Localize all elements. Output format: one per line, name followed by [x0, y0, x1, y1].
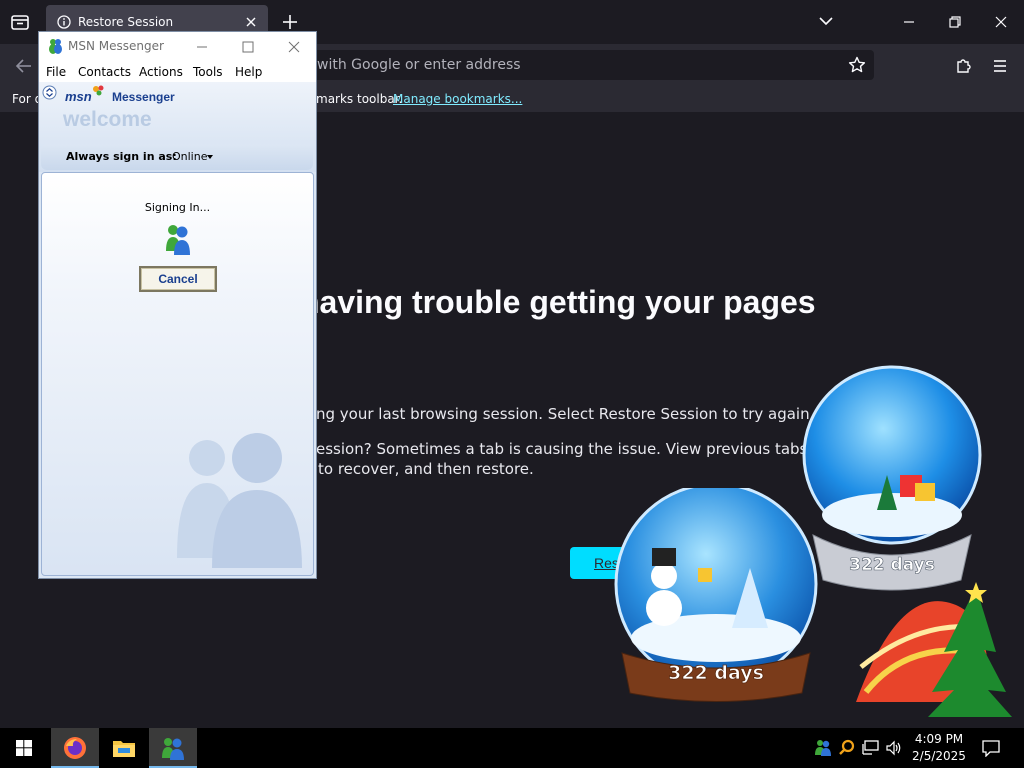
close-icon[interactable]: [287, 40, 301, 54]
close-window-icon[interactable]: [989, 10, 1013, 34]
cancel-button[interactable]: Cancel: [139, 266, 217, 292]
notifications-icon[interactable]: [982, 739, 1000, 757]
list-tabs-icon[interactable]: [8, 11, 32, 33]
buddy-watermark-icon: [177, 433, 302, 568]
msn-tray-icon[interactable]: [814, 738, 832, 756]
menu-file[interactable]: File: [46, 65, 66, 79]
maximize-icon[interactable]: [241, 40, 255, 54]
msn-taskbar-icon: [162, 738, 184, 760]
days-label-right: 322 days: [849, 555, 935, 575]
clock-date: 2/5/2025: [912, 749, 966, 763]
menu-tools[interactable]: Tools: [193, 65, 223, 79]
buddy-icon: [166, 225, 190, 255]
star-icon[interactable]: [848, 56, 866, 74]
volume-icon[interactable]: [885, 739, 903, 757]
menu-contacts[interactable]: Contacts: [78, 65, 131, 79]
extensions-icon[interactable]: [954, 55, 974, 75]
msn-butterfly-icon: [49, 39, 62, 54]
msn-logo-icon: [93, 85, 104, 96]
taskbar-firefox[interactable]: [51, 728, 99, 768]
collapse-icon[interactable]: [42, 85, 57, 100]
minimize-icon[interactable]: [195, 40, 209, 54]
welcome-text: welcome: [63, 108, 152, 131]
signing-in-text: Signing In...: [144, 201, 211, 214]
days-label-left: 322 days: [668, 662, 764, 684]
chevron-down-icon[interactable]: [818, 13, 834, 29]
windows-start-icon: [16, 740, 32, 756]
manage-bookmarks-link[interactable]: Manage bookmarks...: [393, 92, 522, 106]
status-label: Always sign in as:: [66, 150, 177, 163]
file-explorer-icon: [113, 741, 135, 757]
firefox-icon: [64, 737, 86, 759]
info-icon: [57, 15, 71, 29]
menu-icon[interactable]: [990, 56, 1010, 76]
address-bar[interactable]: with Google or enter address: [300, 50, 874, 80]
back-icon[interactable]: [14, 56, 34, 76]
tab-title: Restore Session: [78, 15, 174, 29]
taskbar: 4:09 PM 2/5/2025: [0, 728, 1024, 768]
msn-logo-text: msn: [65, 89, 92, 104]
christmas-tree-decoration: [856, 582, 1012, 717]
maximize-icon[interactable]: [943, 10, 967, 34]
snow-globe-right: 322 days: [802, 365, 982, 591]
start-button[interactable]: [0, 728, 48, 768]
page-title: having trouble getting your pages: [300, 284, 816, 320]
advice-line-1: ession? Sometimes a tab is causing the i…: [316, 440, 874, 458]
clock-time: 4:09 PM: [914, 732, 964, 746]
msn-window-title: MSN Messenger: [68, 39, 164, 53]
menu-actions[interactable]: Actions: [139, 65, 183, 79]
snow-globe-left: 322 days: [614, 488, 818, 702]
messenger-logo-text: Messenger: [112, 90, 175, 104]
status-selector[interactable]: Always sign in as: Online: [41, 144, 313, 170]
search-icon[interactable]: [838, 739, 856, 757]
bookmarks-hint-end: marks toolbar.: [316, 92, 403, 106]
close-icon[interactable]: [243, 14, 259, 30]
msn-messenger-window: MSN Messenger File Contacts Actions Tool…: [38, 31, 317, 579]
msn-title-bar[interactable]: MSN Messenger: [39, 32, 316, 60]
advice-line-2: to recover, and then restore.: [318, 460, 534, 478]
menu-help[interactable]: Help: [235, 65, 262, 79]
description-paragraph: ng your last browsing session. Select Re…: [316, 405, 815, 423]
plus-icon[interactable]: [280, 12, 300, 32]
address-placeholder: with Google or enter address: [317, 57, 521, 73]
system-clock[interactable]: 4:09 PM 2/5/2025: [906, 731, 972, 765]
chevron-down-icon: [207, 155, 213, 159]
status-value[interactable]: Online: [172, 150, 207, 163]
minimize-icon[interactable]: [897, 10, 921, 34]
signin-panel: Signing In... Cancel: [41, 172, 314, 576]
msn-menu-bar: File Contacts Actions Tools Help: [39, 60, 316, 82]
taskbar-msn-messenger[interactable]: [149, 728, 197, 768]
taskbar-file-explorer[interactable]: [100, 728, 148, 768]
network-icon[interactable]: [862, 740, 880, 756]
